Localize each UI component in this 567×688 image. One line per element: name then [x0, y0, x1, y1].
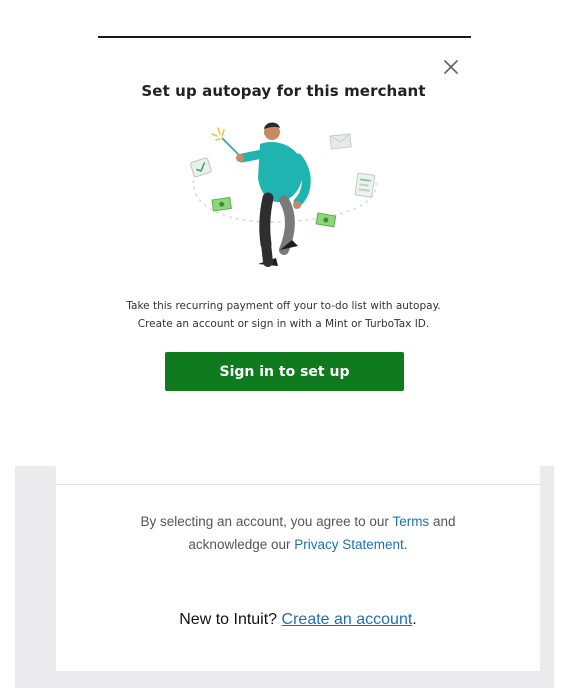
top-divider — [98, 36, 471, 38]
legal-line2-prefix: acknowledge our — [188, 537, 295, 552]
legal-text-line-2: acknowledge our Privacy Statement. — [56, 537, 540, 552]
modal-title: Set up autopay for this merchant — [141, 82, 426, 100]
signup-period: . — [412, 611, 417, 628]
legal-and: and — [429, 514, 456, 529]
description-line-1: Take this recurring payment off your to-… — [126, 300, 441, 312]
new-to-intuit-line: New to Intuit? Create an account. — [56, 611, 540, 629]
create-account-link[interactable]: Create an account — [282, 611, 413, 628]
legal-text-line-1: By selecting an account, you agree to ou… — [56, 514, 540, 529]
card-divider — [56, 484, 540, 485]
legal-period: . — [403, 537, 408, 552]
sign-in-button[interactable]: Sign in to set up — [165, 352, 404, 391]
close-icon — [444, 60, 458, 74]
person-with-pointer-illustration — [190, 122, 377, 267]
close-button[interactable] — [440, 56, 462, 78]
legal-prefix: By selecting an account, you agree to ou… — [140, 514, 393, 529]
privacy-statement-link[interactable]: Privacy Statement — [294, 537, 404, 552]
sign-in-card — [56, 466, 540, 671]
new-to-intuit-prompt: New to Intuit? — [179, 611, 282, 628]
terms-link[interactable]: Terms — [392, 514, 429, 529]
description-line-2: Create an account or sign in with a Mint… — [137, 318, 430, 330]
